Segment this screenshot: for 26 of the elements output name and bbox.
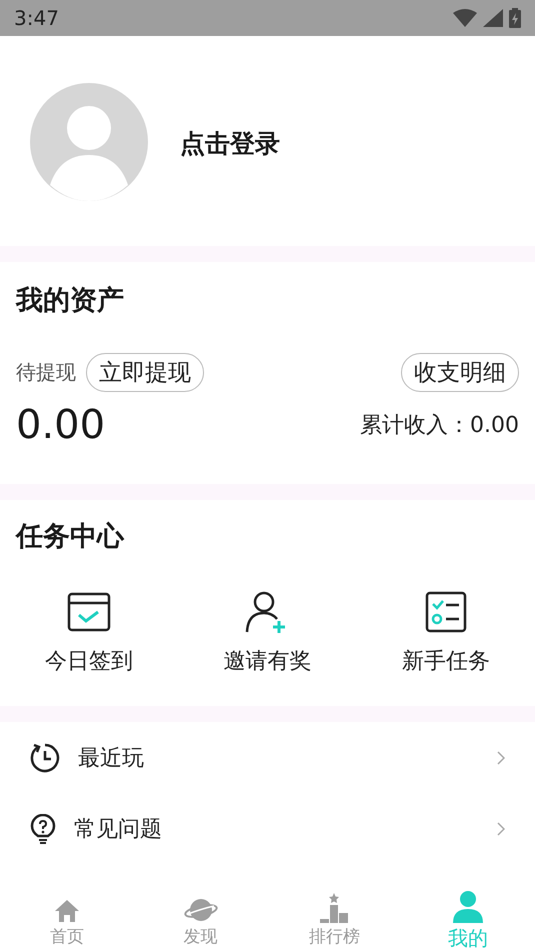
details-button[interactable]: 收支明细 [401,353,519,392]
signal-icon [483,9,503,27]
task-button[interactable]: 邀请有奖 [178,590,357,676]
wifi-icon [453,9,477,27]
status-time: 3:47 [14,6,59,30]
planet-icon [184,897,218,923]
pending-label: 待提现 [16,359,76,386]
podium-icon [320,893,348,923]
task-button[interactable]: 新手任务 [356,590,535,676]
home-icon [54,899,80,923]
user-icon [453,891,484,923]
avatar-icon[interactable] [30,83,148,201]
help-bulb-icon [30,814,56,844]
chevron-right-icon [497,750,505,764]
calendar-check-icon [67,590,112,634]
balance-value: 0.00 [16,402,106,448]
section-title: 我的资产 [16,284,125,318]
login-link[interactable]: 点击登录 [180,127,280,160]
withdraw-button[interactable]: 立即提现 [86,353,204,392]
chevron-right-icon [497,822,505,836]
task-button[interactable]: 今日签到 [0,590,178,676]
total-income: 累计收入：0.00 [360,412,519,440]
history-icon [30,742,60,772]
checklist-icon [424,590,467,634]
section-title: 任务中心 [16,520,126,554]
battery-icon [509,8,521,28]
